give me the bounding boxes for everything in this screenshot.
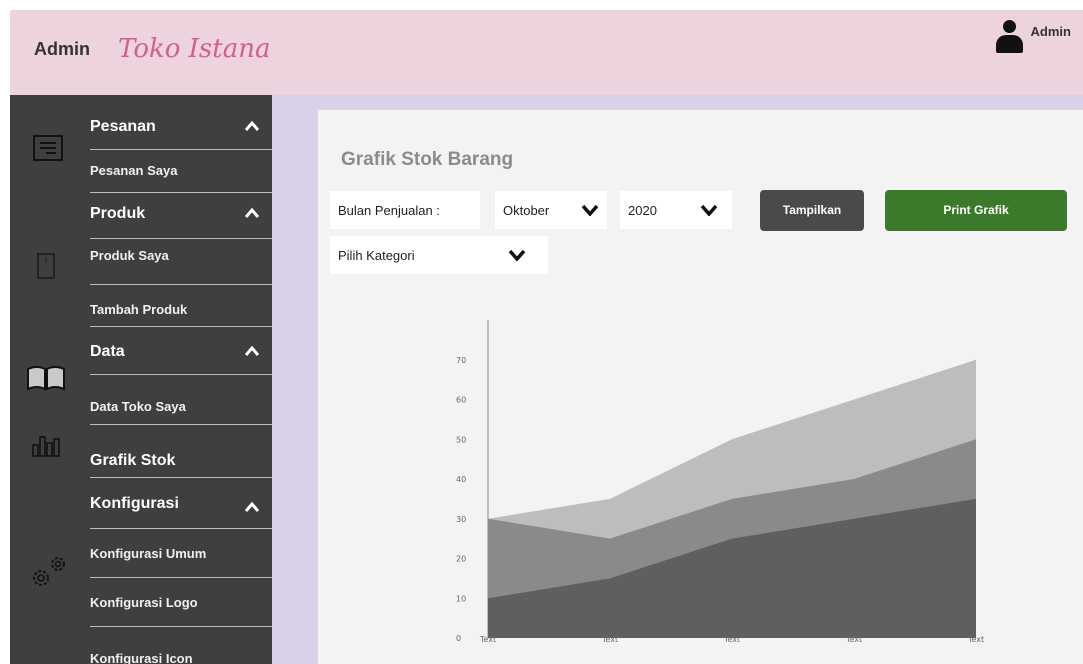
- chevron-up-icon[interactable]: [244, 207, 260, 219]
- y-tick-label: 40: [456, 475, 466, 484]
- user-icon: [995, 20, 1023, 54]
- month-select[interactable]: Oktober: [495, 191, 607, 229]
- sidebar-icon-column: [10, 95, 90, 664]
- y-tick-label: 30: [456, 515, 466, 524]
- nav-section-konfigurasi[interactable]: Konfigurasi: [90, 495, 272, 513]
- chevron-up-icon[interactable]: [244, 120, 260, 132]
- nav-item-konfigurasi-logo[interactable]: Konfigurasi Logo: [90, 595, 272, 610]
- y-tick-label: 20: [456, 555, 466, 564]
- nav-item-tambah-produk[interactable]: Tambah Produk: [90, 302, 272, 317]
- nav-section-data[interactable]: Data: [90, 343, 272, 361]
- month-select-value: Oktober: [503, 203, 550, 218]
- orders-icon[interactable]: [33, 135, 63, 161]
- x-tick-label: Text: [601, 635, 618, 644]
- nav-item-konfigurasi-umum[interactable]: Konfigurasi Umum: [90, 546, 272, 561]
- nav-item-label: Konfigurasi Icon: [90, 651, 193, 664]
- chevron-down-icon[interactable]: [581, 204, 599, 216]
- admin-label: Admin: [34, 39, 90, 59]
- month-label: Bulan Penjualan :: [330, 191, 480, 229]
- chevron-up-icon[interactable]: [244, 501, 260, 513]
- nav-section-label: Pesanan: [90, 118, 156, 135]
- nav-item-konfigurasi-icon[interactable]: Konfigurasi Icon: [90, 651, 272, 664]
- nav-item-produk-saya[interactable]: Produk Saya: [90, 248, 272, 263]
- nav-section-produk[interactable]: Produk: [90, 205, 272, 223]
- divider: [90, 577, 272, 578]
- year-select[interactable]: 2020: [620, 191, 732, 229]
- x-tick-label: Text: [845, 635, 862, 644]
- chevron-up-icon[interactable]: [244, 345, 260, 357]
- print-chart-button[interactable]: Print Grafik: [885, 190, 1067, 231]
- chevron-down-icon[interactable]: [508, 249, 526, 261]
- category-select[interactable]: Pilih Kategori: [330, 236, 548, 274]
- divider: [90, 528, 272, 529]
- y-tick-label: 70: [456, 356, 466, 365]
- y-tick-label: 0: [456, 634, 461, 643]
- divider: [90, 149, 272, 150]
- category-select-placeholder: Pilih Kategori: [338, 248, 415, 263]
- nav-section-grafik-stok[interactable]: Grafik Stok: [90, 452, 272, 470]
- divider: [90, 238, 272, 239]
- divider: [90, 192, 272, 193]
- divider: [90, 424, 272, 425]
- nav-section-label: Data: [90, 343, 125, 360]
- nav-item-label: Konfigurasi Logo: [90, 595, 198, 610]
- chevron-down-icon[interactable]: [700, 204, 718, 216]
- nav-item-label: Produk Saya: [90, 248, 169, 263]
- book-icon[interactable]: [26, 365, 66, 391]
- main-card: Grafik Stok Barang Bulan Penjualan : Okt…: [318, 110, 1083, 664]
- user-menu[interactable]: Admin: [995, 20, 1071, 54]
- nav-item-label: Tambah Produk: [90, 302, 188, 317]
- divider: [90, 284, 272, 285]
- nav-item-pesanan-saya[interactable]: Pesanan Saya: [90, 163, 272, 178]
- nav-item-label: Konfigurasi Umum: [90, 546, 207, 561]
- divider: [90, 326, 272, 327]
- nav-section-label: Produk: [90, 205, 146, 222]
- year-select-value: 2020: [628, 203, 657, 218]
- y-tick-label: 60: [456, 396, 466, 405]
- nav-item-data-toko-saya[interactable]: Data Toko Saya: [90, 399, 272, 414]
- chart-icon[interactable]: [32, 433, 60, 457]
- gear-icon[interactable]: [30, 553, 70, 589]
- y-tick-label: 10: [456, 594, 466, 603]
- sidebar: Pesanan Pesanan Saya Produk Produk Saya …: [10, 95, 272, 664]
- nav-section-label: Konfigurasi: [90, 495, 179, 512]
- user-name: Admin: [1030, 24, 1071, 39]
- divider: [90, 374, 272, 375]
- stock-area-chart: 0 10 20 30 40 50 60 70 Text Text Text Text Text: [456, 320, 984, 644]
- top-header: Admin Toko Istana Admin: [10, 10, 1083, 95]
- nav-section-pesanan[interactable]: Pesanan: [90, 118, 272, 136]
- product-icon[interactable]: [37, 253, 55, 279]
- x-tick-label: Text: [479, 635, 496, 644]
- divider: [90, 626, 272, 627]
- nav-item-label: Pesanan Saya: [90, 163, 178, 178]
- month-label-text: Bulan Penjualan :: [338, 203, 440, 218]
- show-button[interactable]: Tampilkan: [760, 190, 864, 231]
- page-title: Grafik Stok Barang: [341, 149, 514, 170]
- x-tick-label: Text: [967, 635, 984, 644]
- store-name: Toko Istana: [118, 34, 271, 64]
- y-tick-label: 50: [456, 435, 466, 444]
- nav-item-label: Data Toko Saya: [90, 399, 186, 414]
- admin-page: Admin Toko Istana Admin Pesanan Pesanan …: [0, 0, 1083, 664]
- x-tick-label: Text: [723, 635, 740, 644]
- nav-section-label: Grafik Stok: [90, 452, 176, 469]
- divider: [90, 477, 272, 478]
